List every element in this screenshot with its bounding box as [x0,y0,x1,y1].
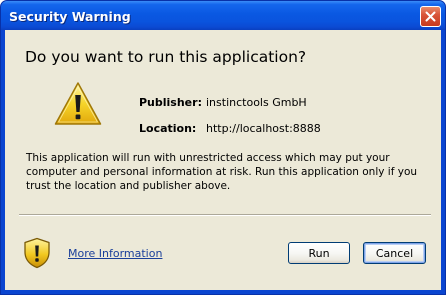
security-shield-icon [24,237,50,269]
close-icon [425,11,436,22]
close-button[interactable] [420,6,441,27]
run-button-label: Run [308,246,330,260]
location-label: Location: [139,122,197,135]
cancel-button[interactable]: Cancel [363,242,426,264]
more-information-link[interactable]: More Information [68,247,162,260]
dialog-body: Do you want to run this application? Pub… [5,30,441,290]
warning-triangle-icon [54,82,102,125]
publisher-label: Publisher: [139,96,202,109]
title-bar[interactable]: Security Warning [1,1,445,30]
window-title: Security Warning [9,9,131,24]
run-button[interactable]: Run [288,242,350,264]
location-value: http://localhost:8888 [206,122,321,135]
dialog-headline: Do you want to run this application? [25,48,307,66]
security-warning-window: Security Warning Do you want to run this… [0,0,446,295]
publisher-value: instinctools GmbH [206,96,307,109]
cancel-button-label: Cancel [375,246,414,260]
warning-description: This application will run with unrestric… [26,152,418,192]
divider-highlight [19,215,431,216]
